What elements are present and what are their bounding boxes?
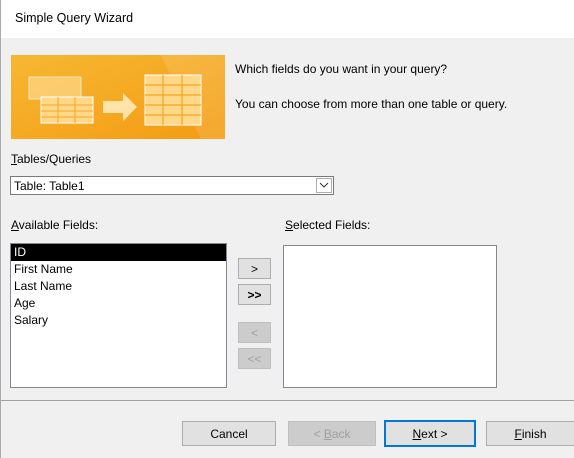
prompt-hint: You can choose from more than one table … bbox=[235, 97, 508, 111]
tables-to-query-icon bbox=[11, 55, 225, 139]
tables-queries-label: Tables/Queries bbox=[11, 152, 92, 166]
cancel-button[interactable]: Cancel bbox=[182, 421, 276, 446]
back-button[interactable]: < Back bbox=[288, 421, 376, 446]
chevron-down-icon bbox=[319, 182, 329, 188]
combo-dropdown-button[interactable] bbox=[316, 178, 332, 193]
next-button[interactable]: Next > bbox=[384, 420, 476, 447]
prompt-question: Which fields do you want in your query? bbox=[235, 62, 448, 76]
window-title: Simple Query Wizard bbox=[15, 11, 134, 25]
add-all-fields-button[interactable]: >> bbox=[238, 284, 271, 305]
footer-separator bbox=[1, 400, 574, 401]
remove-all-fields-button[interactable]: << bbox=[238, 348, 271, 369]
finish-button[interactable]: Finish bbox=[486, 421, 574, 446]
title-bar: Simple Query Wizard bbox=[1, 0, 574, 38]
tables-queries-combo[interactable]: Table: Table1 bbox=[10, 176, 334, 195]
available-field-item[interactable]: Last Name bbox=[11, 278, 226, 295]
selected-fields-list[interactable] bbox=[283, 245, 497, 388]
selected-fields-label: Selected Fields: bbox=[285, 218, 371, 232]
available-field-item[interactable]: ID bbox=[11, 244, 226, 261]
tables-queries-value: Table: Table1 bbox=[14, 179, 85, 193]
available-field-item[interactable]: Salary bbox=[11, 312, 226, 329]
available-fields-list[interactable]: ID First Name Last Name Age Salary bbox=[10, 243, 227, 388]
available-fields-label: Available Fields: bbox=[11, 218, 99, 232]
add-field-button[interactable]: > bbox=[238, 258, 271, 279]
available-field-item[interactable]: First Name bbox=[11, 261, 226, 278]
wizard-banner-image bbox=[11, 55, 225, 139]
available-field-item[interactable]: Age bbox=[11, 295, 226, 312]
wizard-window: Simple Query Wizard Which fields do you … bbox=[0, 0, 574, 458]
remove-field-button[interactable]: < bbox=[238, 322, 271, 343]
